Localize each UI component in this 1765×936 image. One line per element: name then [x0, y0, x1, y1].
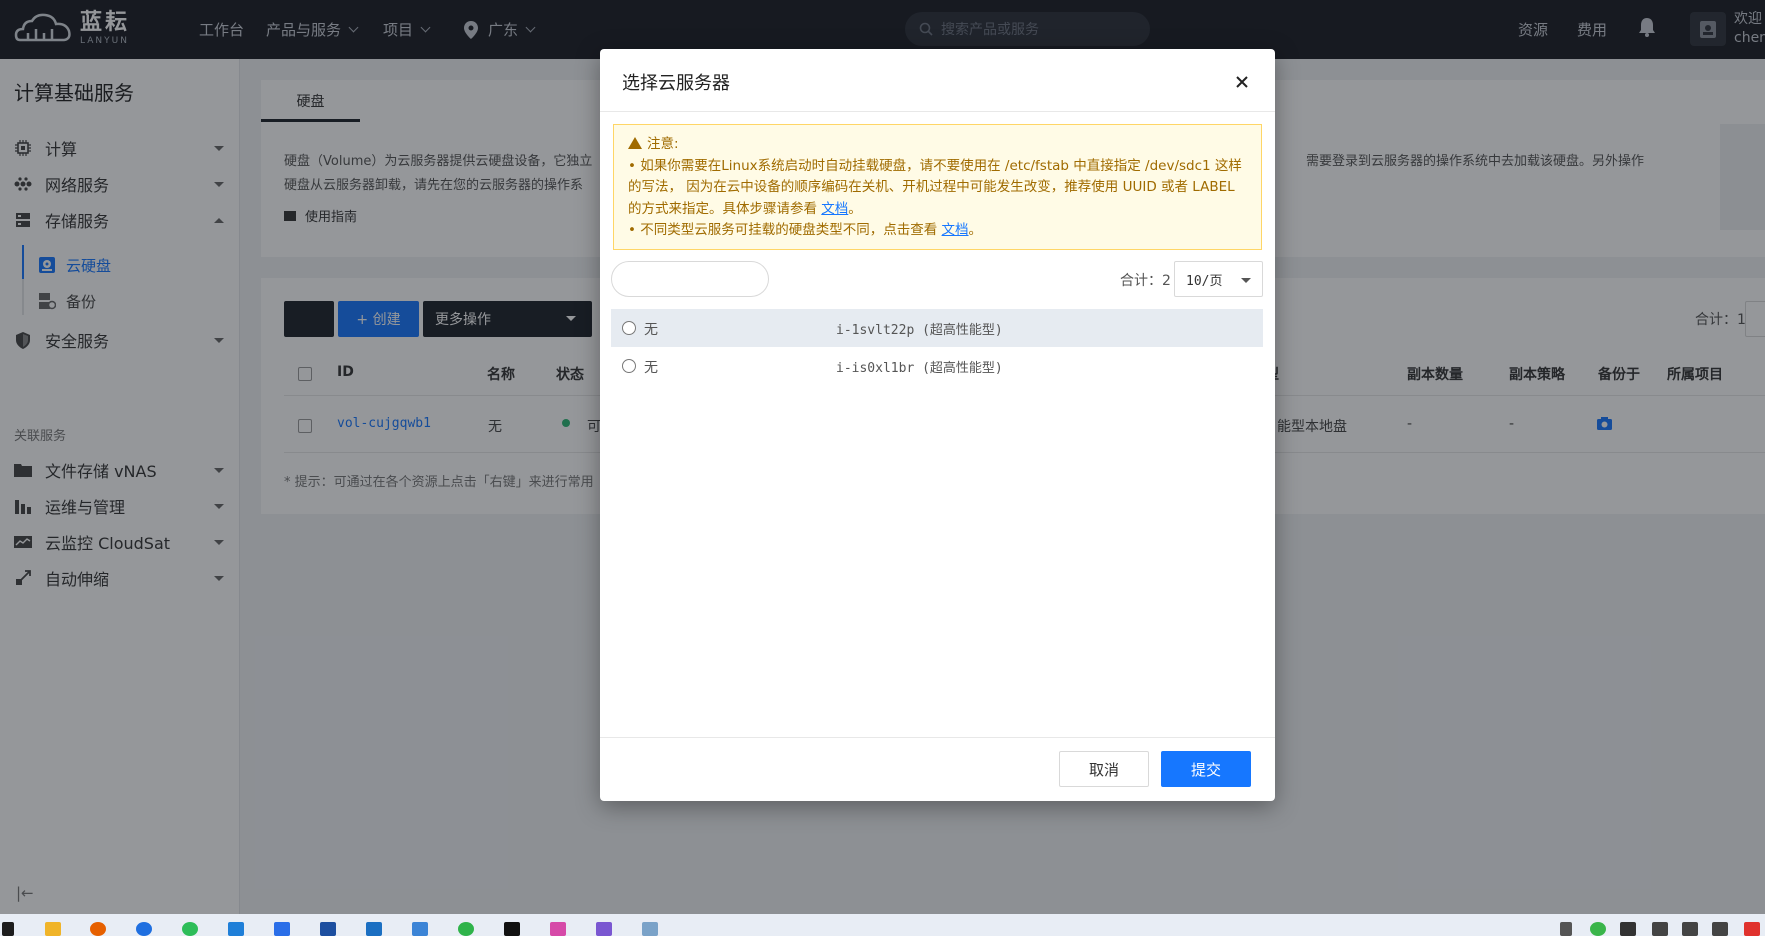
server-id: i-is0xl1br (超高性能型): [836, 361, 1003, 376]
wechat-icon[interactable]: [458, 922, 474, 936]
server-name: 无: [644, 360, 658, 376]
battery-icon[interactable]: [1620, 922, 1636, 936]
notion-icon[interactable]: [504, 922, 520, 936]
dialog-footer-divider: [600, 737, 1275, 738]
page-size-select[interactable]: 10/页: [1174, 261, 1263, 297]
dialog-header-divider: [600, 111, 1275, 112]
vscode-icon[interactable]: [228, 922, 244, 936]
wifi-icon[interactable]: [1652, 922, 1668, 936]
app-icon[interactable]: [642, 922, 658, 936]
os-taskbar: [0, 914, 1765, 936]
volume-icon[interactable]: [1682, 922, 1698, 936]
server-search-input[interactable]: [611, 261, 769, 297]
server-row[interactable]: 无 i-is0xl1br (超高性能型): [611, 347, 1263, 385]
mail-icon[interactable]: [366, 922, 382, 936]
start-icon[interactable]: [2, 922, 14, 936]
app-icon[interactable]: [320, 922, 336, 936]
app-icon[interactable]: [550, 922, 566, 936]
doc-link[interactable]: 文档: [821, 201, 848, 217]
caret-down-icon: [1241, 278, 1251, 283]
notice-box: 注意: • 如果你需要在Linux系统启动时自动挂载硬盘，请不要使用在 /etc…: [613, 124, 1262, 250]
tray-expand-icon[interactable]: [1560, 922, 1572, 936]
select-server-dialog: 选择云服务器 注意: • 如果你需要在Linux系统启动时自动挂载硬盘，请不要使…: [600, 49, 1275, 801]
edge-icon[interactable]: [182, 922, 198, 936]
warning-icon: [628, 137, 642, 149]
server-radio[interactable]: [622, 359, 636, 373]
submit-button[interactable]: 提交: [1161, 751, 1251, 787]
server-radio[interactable]: [622, 321, 636, 335]
page-size-value: 10/页: [1186, 273, 1223, 289]
notice-line-4: • 不同类型云服务可挂载的硬盘类型不同，点击查看: [628, 222, 942, 238]
notice-period: 。: [848, 200, 862, 217]
server-total: 合计：2: [1120, 273, 1171, 289]
ime-icon[interactable]: [1712, 922, 1728, 936]
app-k-icon[interactable]: [136, 922, 152, 936]
server-id: i-1svlt22p (超高性能型): [836, 323, 1003, 338]
folder-app-icon[interactable]: [45, 922, 61, 936]
notice-line-3: 的方式来指定。具体步骤请参看: [628, 200, 822, 217]
tray-app-icon[interactable]: [1744, 922, 1760, 936]
server-row[interactable]: 无 i-1svlt22p (超高性能型): [611, 309, 1263, 347]
app-icon[interactable]: [274, 922, 290, 936]
notice-title: 注意:: [647, 136, 679, 152]
close-icon[interactable]: [1232, 72, 1252, 92]
notice-line-2: 的写法， 因为在云中设备的顺序编码在关机、开机过程中可能发生改变，推荐使用 UU…: [628, 179, 1235, 195]
app-icon[interactable]: [412, 922, 428, 936]
tray-app-icon[interactable]: [1590, 922, 1606, 936]
app-icon[interactable]: [596, 922, 612, 936]
server-name: 无: [644, 322, 658, 338]
cancel-button[interactable]: 取消: [1059, 751, 1149, 787]
notice-period: 。: [968, 222, 983, 238]
doc-link[interactable]: 文档: [942, 222, 969, 238]
firefox-icon[interactable]: [90, 922, 106, 936]
dialog-title: 选择云服务器: [622, 73, 730, 94]
notice-line-1: • 如果你需要在Linux系统启动时自动挂载硬盘，请不要使用在 /etc/fst…: [628, 157, 1242, 174]
